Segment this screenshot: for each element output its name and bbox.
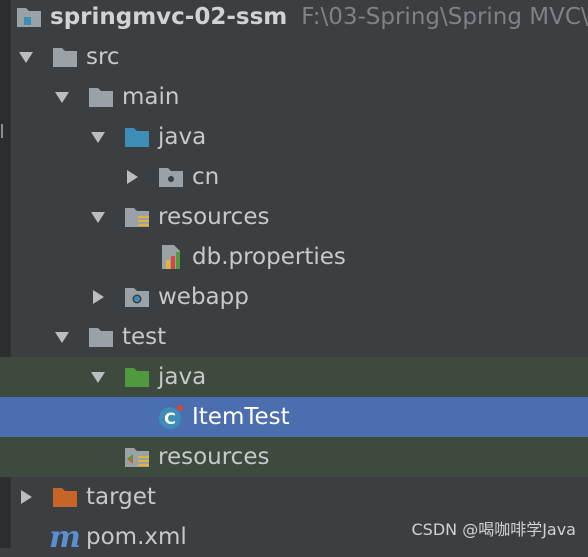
project-module-icon bbox=[14, 2, 44, 32]
chevron-down-icon[interactable] bbox=[52, 87, 72, 107]
chevron-down-icon[interactable] bbox=[88, 127, 108, 147]
tree-row-test[interactable]: test bbox=[0, 317, 588, 357]
tree-label-cn: cn bbox=[192, 164, 220, 190]
chevron-down-icon[interactable] bbox=[16, 47, 36, 67]
chevron-down-icon[interactable] bbox=[88, 367, 108, 387]
tree-label-webapp: webapp bbox=[158, 284, 249, 310]
tree-label-test-resources: resources bbox=[158, 444, 270, 470]
web-folder-icon bbox=[122, 282, 152, 312]
tree-label-main-java: java bbox=[158, 124, 207, 150]
tree-label-db-properties: db.properties bbox=[192, 244, 346, 270]
tree-label-test: test bbox=[122, 324, 167, 350]
properties-file-icon bbox=[156, 242, 186, 272]
tree-row-target[interactable]: target bbox=[0, 477, 588, 517]
tree-row-main[interactable]: main bbox=[0, 77, 588, 117]
test-resources-folder-icon bbox=[122, 442, 152, 472]
tree-row-webapp[interactable]: webapp bbox=[0, 277, 588, 317]
tree-row-db-properties[interactable]: db.properties bbox=[0, 237, 588, 277]
tree-label-item-test: ItemTest bbox=[192, 404, 290, 430]
excluded-folder-icon bbox=[50, 482, 80, 512]
tree-label-main-resources: resources bbox=[158, 204, 270, 230]
test-source-folder-icon bbox=[122, 362, 152, 392]
tree-row-src[interactable]: src bbox=[0, 37, 588, 77]
chevron-right-icon[interactable] bbox=[122, 167, 142, 187]
tree-label-target: target bbox=[86, 484, 156, 510]
source-folder-icon bbox=[122, 122, 152, 152]
tree-label-pom: pom.xml bbox=[86, 524, 187, 550]
folder-icon bbox=[86, 82, 116, 112]
tree-label-test-java: java bbox=[158, 364, 207, 390]
tree-label-src: src bbox=[86, 44, 120, 70]
project-name: springmvc-02-ssm bbox=[50, 4, 288, 30]
svg-text:C: C bbox=[164, 409, 176, 428]
chevron-down-icon[interactable] bbox=[52, 327, 72, 347]
chevron-right-icon[interactable] bbox=[16, 487, 36, 507]
package-folder-icon bbox=[156, 162, 186, 192]
chevron-down-icon[interactable] bbox=[88, 207, 108, 227]
csdn-watermark: CSDN @喝咖啡学Java bbox=[411, 520, 576, 539]
tree-row-cn[interactable]: cn bbox=[0, 157, 588, 197]
java-class-icon: C bbox=[156, 402, 186, 432]
project-path: F:\03-Spring\Spring MVC\ bbox=[301, 4, 588, 30]
chevron-right-icon[interactable] bbox=[88, 287, 108, 307]
resources-folder-icon bbox=[122, 202, 152, 232]
tree-label-main: main bbox=[122, 84, 180, 110]
tree-row-main-resources[interactable]: resources bbox=[0, 197, 588, 237]
tree-row-project-root[interactable]: springmvc-02-ssm F:\03-Spring\Spring MVC… bbox=[0, 0, 588, 37]
tree-row-item-test[interactable]: C ItemTest bbox=[0, 397, 588, 437]
tree-row-test-java[interactable]: java bbox=[0, 357, 588, 397]
folder-icon bbox=[86, 322, 116, 352]
tree-row-test-resources[interactable]: resources bbox=[0, 437, 588, 477]
tree-row-main-java[interactable]: java bbox=[0, 117, 588, 157]
folder-icon bbox=[50, 42, 80, 72]
